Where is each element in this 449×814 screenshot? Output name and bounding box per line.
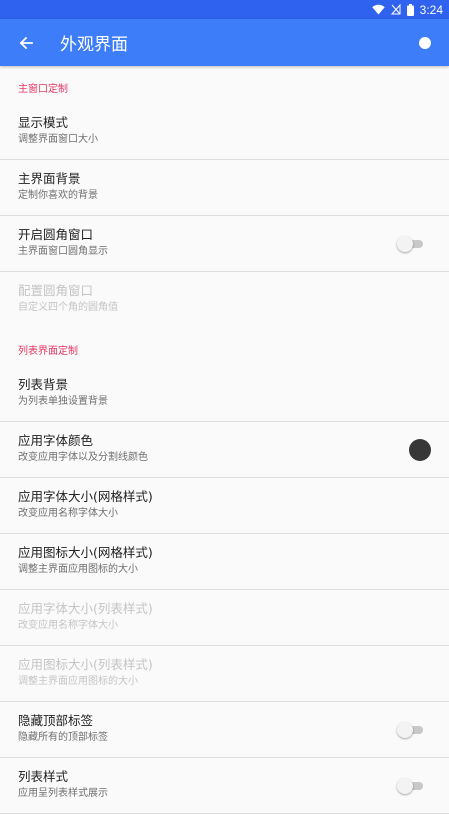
more-button[interactable]	[405, 19, 445, 66]
settings-list: 主窗口定制 显示模式 调整界面窗口大小 主界面背景 定制你喜欢的背景 开启圆角窗…	[0, 66, 449, 814]
toggle-thumb	[397, 721, 413, 738]
setting-title: 应用图标大小(列表样式)	[18, 657, 153, 672]
setting-subtitle: 改变应用名称字体大小	[18, 508, 118, 519]
setting-title: 主界面背景	[18, 171, 81, 186]
setting-subtitle: 改变应用名称字体大小	[18, 620, 118, 631]
section-header-main-window: 主窗口定制	[18, 84, 68, 95]
app-bar: 外观界面	[0, 19, 449, 66]
setting-title: 列表背景	[18, 377, 69, 392]
setting-title: 隐藏顶部标签	[18, 713, 94, 728]
setting-subtitle: 改变应用字体以及分割线颜色	[18, 452, 148, 463]
rounded-window-toggle[interactable]	[397, 235, 423, 252]
hide-top-tabs-toggle[interactable]	[397, 721, 423, 738]
status-bar: 3:24	[0, 0, 449, 19]
setting-subtitle: 调整界面窗口大小	[18, 134, 98, 145]
no-signal-icon	[390, 4, 401, 15]
setting-list-style[interactable]: 列表样式 应用呈列表样式展示	[0, 758, 449, 814]
setting-icon-size-list: 应用图标大小(列表样式) 调整主界面应用图标的大小	[0, 646, 449, 702]
setting-subtitle: 定制你喜欢的背景	[18, 190, 98, 201]
list-style-toggle[interactable]	[397, 777, 423, 794]
setting-hide-top-tabs[interactable]: 隐藏顶部标签 隐藏所有的顶部标签	[0, 702, 449, 758]
toggle-thumb	[397, 235, 413, 252]
setting-title: 开启圆角窗口	[18, 227, 94, 242]
setting-subtitle: 应用呈列表样式展示	[18, 788, 108, 799]
font-color-swatch[interactable]	[409, 438, 431, 461]
setting-title: 应用字体大小(网格样式)	[18, 489, 153, 504]
setting-title: 配置圆角窗口	[18, 283, 94, 298]
setting-title: 应用字体大小(列表样式)	[18, 601, 153, 616]
setting-title: 应用图标大小(网格样式)	[18, 545, 153, 560]
setting-font-size-list: 应用字体大小(列表样式) 改变应用名称字体大小	[0, 590, 449, 646]
setting-subtitle: 调整主界面应用图标的大小	[18, 564, 138, 575]
setting-subtitle: 调整主界面应用图标的大小	[18, 676, 138, 687]
setting-rounded-window[interactable]: 开启圆角窗口 主界面窗口圆角显示	[0, 216, 449, 272]
arrow-back-icon	[19, 36, 33, 49]
setting-title: 显示模式	[18, 115, 69, 130]
battery-icon	[406, 3, 414, 16]
wifi-icon	[371, 4, 385, 15]
status-time: 3:24	[419, 2, 443, 17]
setting-font-size-grid[interactable]: 应用字体大小(网格样式) 改变应用名称字体大小	[0, 478, 449, 534]
setting-title: 列表样式	[18, 769, 69, 784]
setting-display-mode[interactable]: 显示模式 调整界面窗口大小	[0, 104, 449, 160]
page-title: 外观界面	[60, 35, 128, 55]
setting-icon-size-grid[interactable]: 应用图标大小(网格样式) 调整主界面应用图标的大小	[0, 534, 449, 590]
setting-main-background[interactable]: 主界面背景 定制你喜欢的背景	[0, 160, 449, 216]
section-header-list-view: 列表界面定制	[18, 346, 78, 357]
setting-subtitle: 隐藏所有的顶部标签	[18, 732, 108, 743]
setting-subtitle: 为列表单独设置背景	[18, 396, 108, 407]
setting-font-color[interactable]: 应用字体颜色 改变应用字体以及分割线颜色	[0, 422, 449, 478]
setting-subtitle: 主界面窗口圆角显示	[18, 246, 108, 257]
setting-title: 应用字体颜色	[18, 433, 94, 448]
back-button[interactable]	[0, 19, 52, 66]
toggle-thumb	[397, 777, 413, 794]
setting-configure-rounded-window: 配置圆角窗口 自定义四个角的圆角值	[0, 272, 449, 328]
setting-list-background[interactable]: 列表背景 为列表单独设置背景	[0, 366, 449, 422]
setting-subtitle: 自定义四个角的圆角值	[18, 302, 118, 313]
circle-dot-icon	[419, 36, 431, 49]
